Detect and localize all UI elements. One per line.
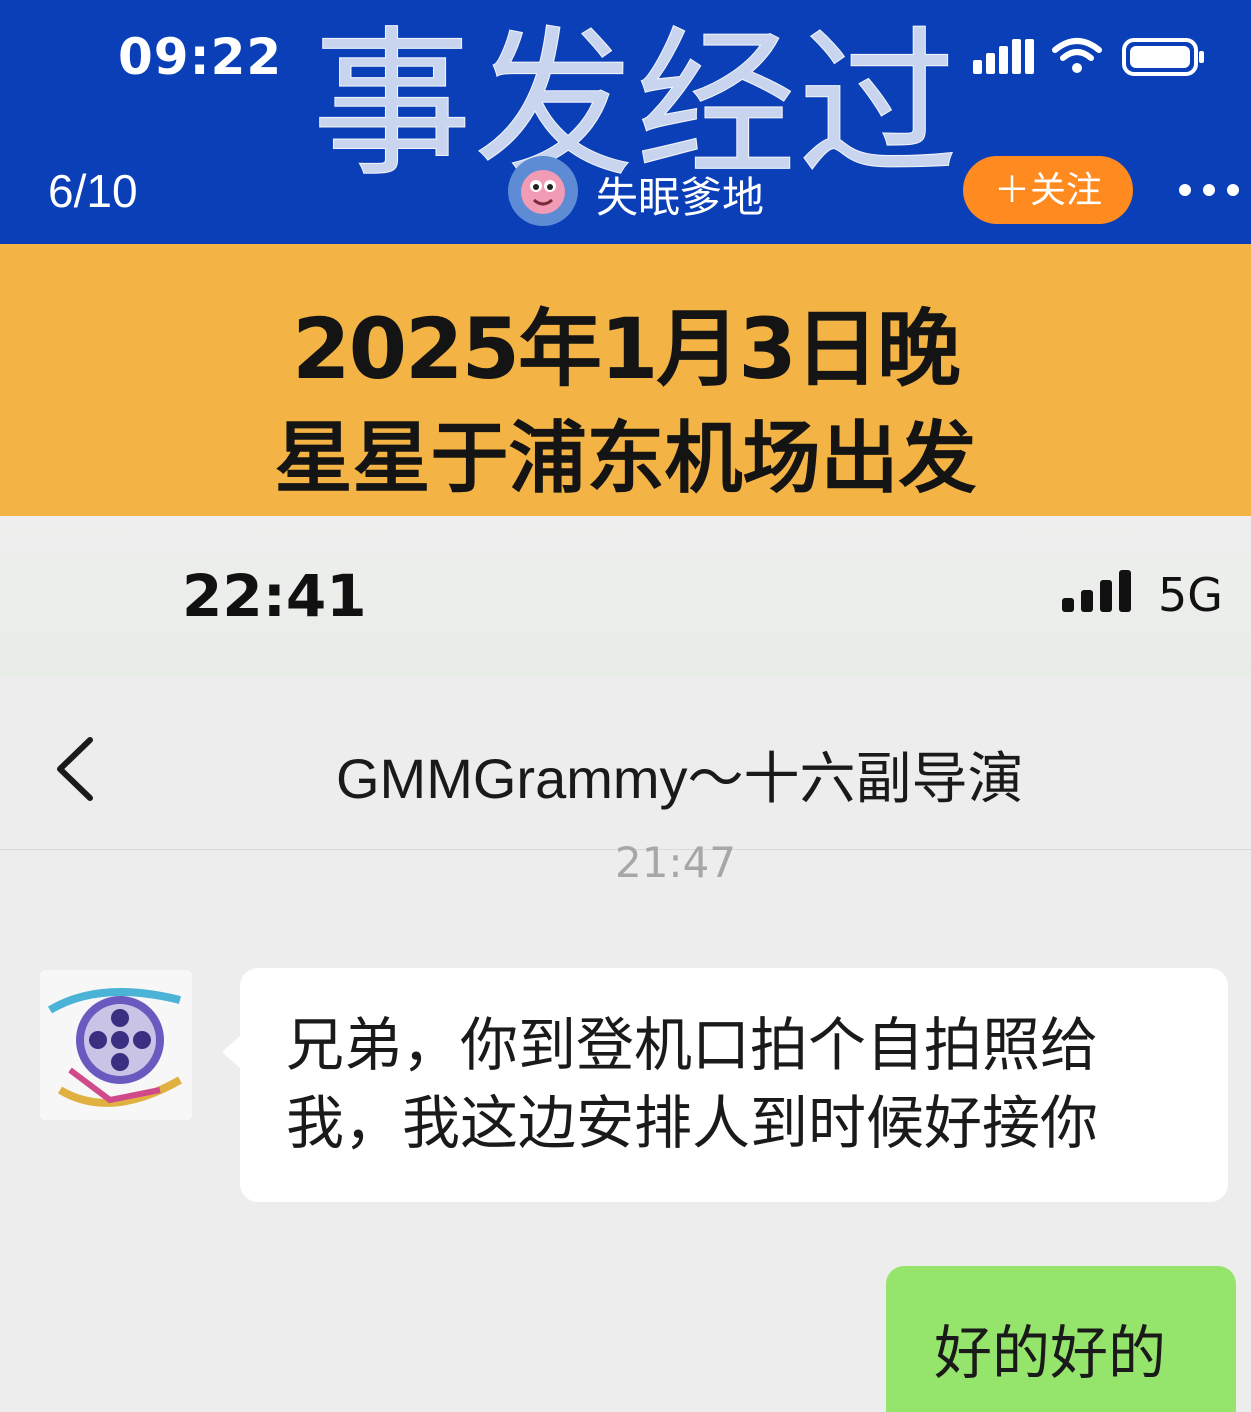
contact-avatar[interactable] bbox=[40, 970, 192, 1120]
message-timestamp: 21:47 bbox=[614, 846, 737, 886]
outgoing-message[interactable]: 好的好的 bbox=[886, 1266, 1236, 1412]
more-options-icon[interactable] bbox=[1176, 170, 1242, 210]
author-avatar[interactable] bbox=[508, 156, 578, 226]
wifi-icon bbox=[1052, 38, 1102, 73]
cellular-signal-icon bbox=[973, 39, 1034, 74]
follow-button[interactable]: ＋关注 bbox=[963, 156, 1133, 224]
chat-network-type: 5G bbox=[1158, 568, 1223, 622]
chat-title: GMMGrammy～十六副导演 bbox=[336, 747, 1024, 810]
author-name[interactable]: 失眠爹地 bbox=[596, 164, 764, 225]
chat-status-time: 22:41 bbox=[182, 562, 367, 630]
status-time: 09:22 bbox=[118, 28, 283, 86]
banner-event-line: 星星于浦东机场出发 bbox=[274, 414, 977, 504]
page-counter: 6/10 bbox=[48, 165, 138, 217]
battery-icon bbox=[1122, 38, 1204, 76]
back-icon[interactable] bbox=[52, 734, 96, 804]
chat-signal-icon bbox=[1062, 570, 1131, 612]
incoming-bubble-tail bbox=[222, 1034, 242, 1070]
banner-date-line: 2025年1月3日晚 bbox=[292, 300, 961, 398]
film-reel-icon bbox=[40, 970, 192, 1120]
incoming-message[interactable]: 兄弟，你到登机口拍个自拍照给我，我这边安排人到时候好接你 bbox=[240, 968, 1228, 1202]
author-avatar-image bbox=[521, 170, 565, 214]
